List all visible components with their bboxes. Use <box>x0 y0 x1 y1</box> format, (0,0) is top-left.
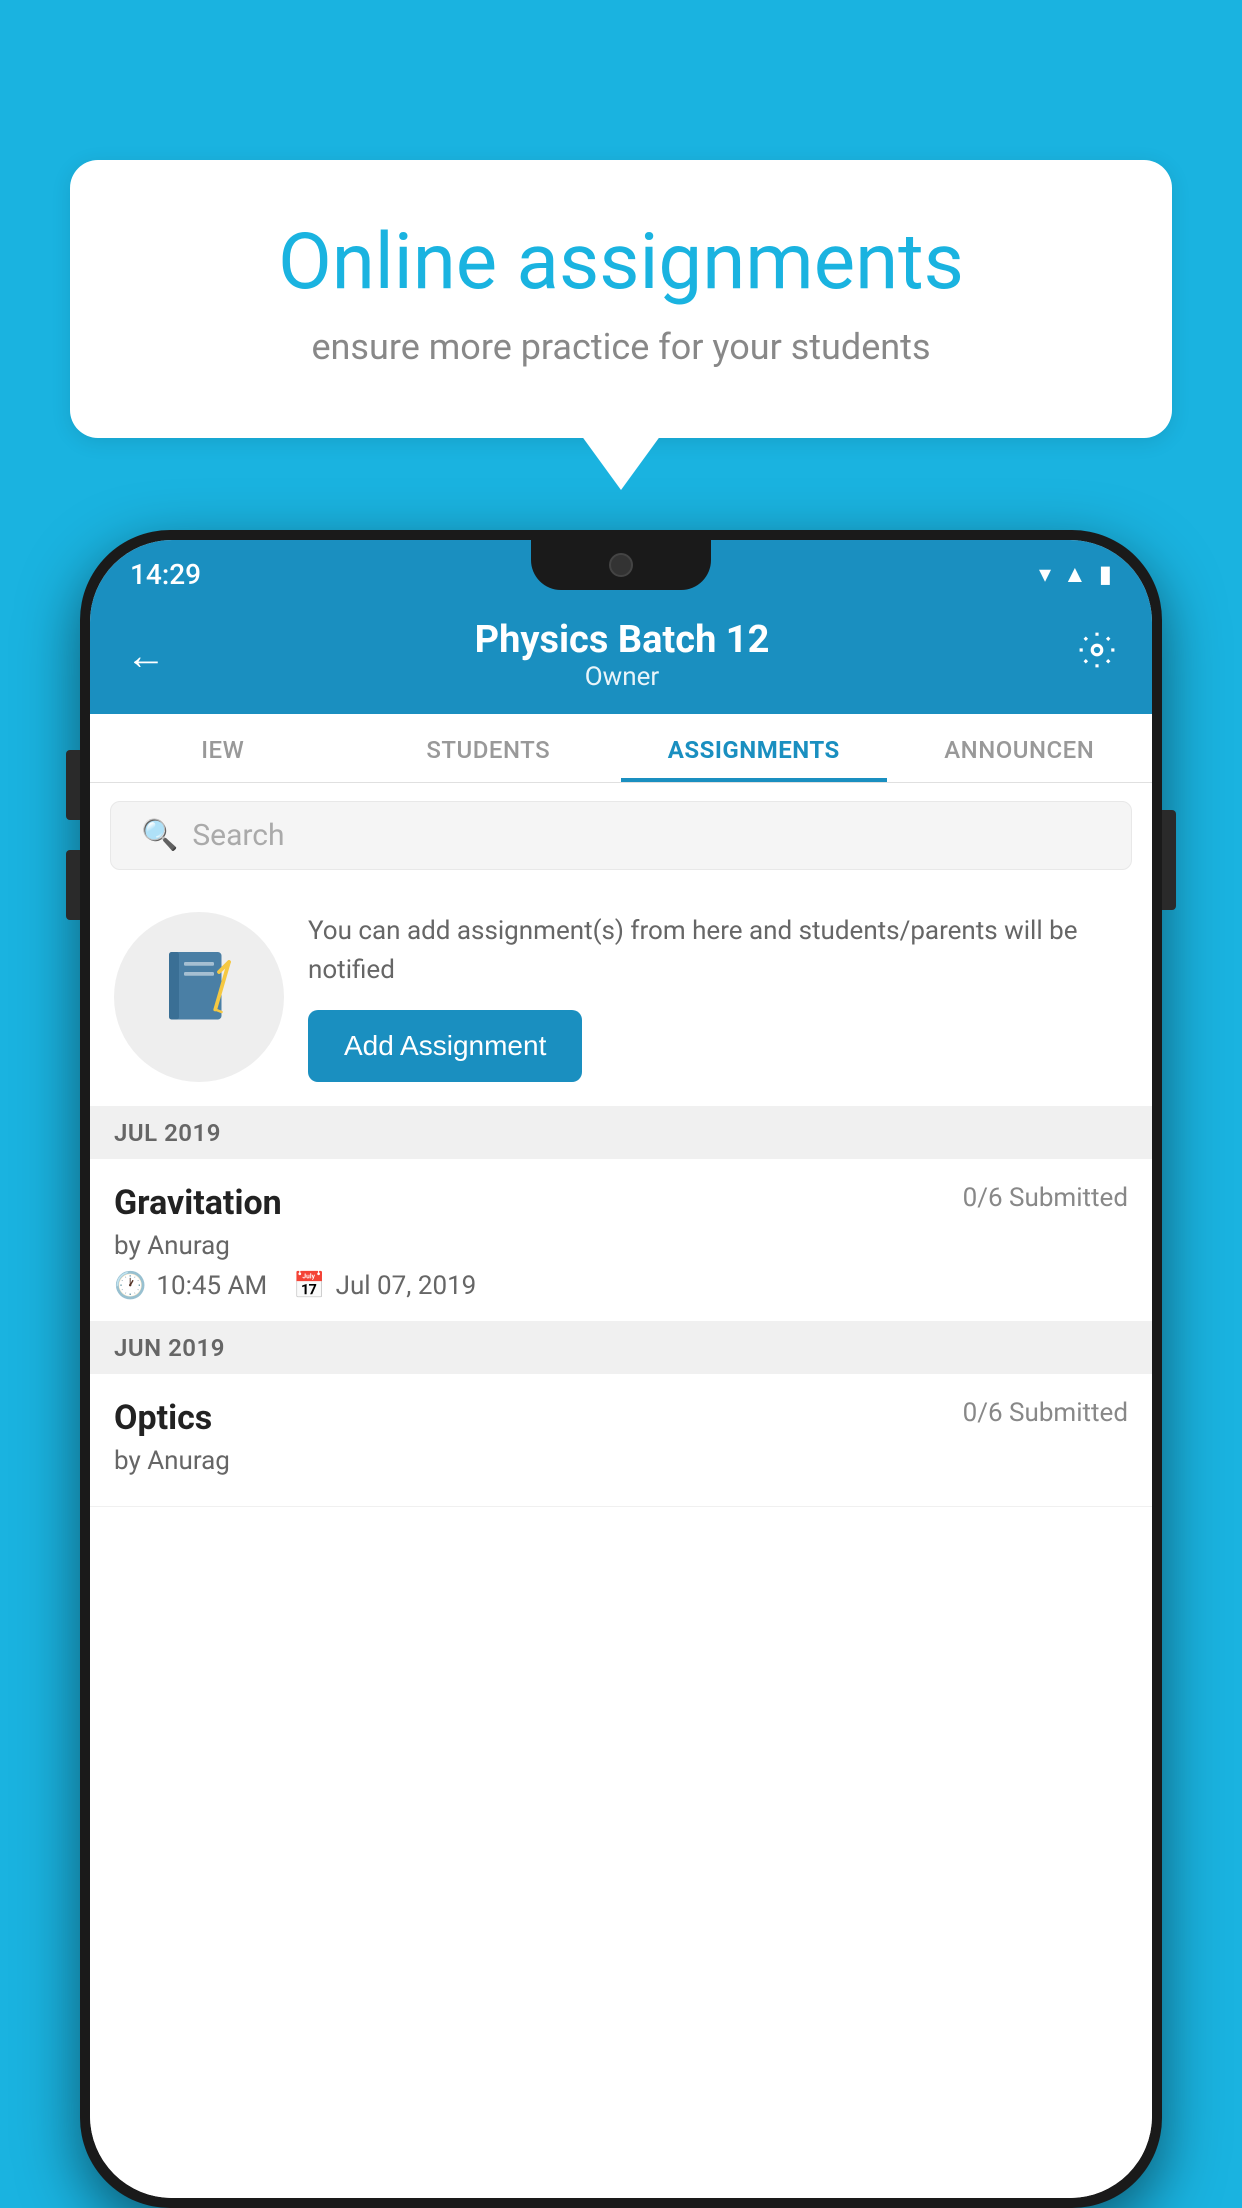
search-placeholder: Search <box>192 818 284 853</box>
phone-device: 14:29 ▾ ▲ ▮ ← Physics Batch 12 Owner <box>80 530 1162 2208</box>
phone-screen: 14:29 ▾ ▲ ▮ ← Physics Batch 12 Owner <box>90 540 1152 2198</box>
promo-description: You can add assignment(s) from here and … <box>308 912 1128 990</box>
header-center: Physics Batch 12 Owner <box>475 618 770 692</box>
bubble-subtitle: ensure more practice for your students <box>140 326 1102 368</box>
bubble-title: Online assignments <box>140 220 1102 306</box>
promo-icon-circle <box>114 912 284 1082</box>
search-icon: 🔍 <box>141 818 178 853</box>
tab-iew[interactable]: IEW <box>90 714 356 782</box>
speech-bubble-area: Online assignments ensure more practice … <box>70 160 1172 438</box>
status-time: 14:29 <box>130 558 201 591</box>
back-button[interactable]: ← <box>126 632 166 679</box>
front-camera <box>609 553 633 577</box>
assignment-submitted: 0/6 Submitted <box>963 1183 1128 1213</box>
assignment-meta: 🕐 10:45 AM 📅 Jul 07, 2019 <box>114 1271 1128 1301</box>
add-assignment-button[interactable]: Add Assignment <box>308 1010 582 1082</box>
assignment-item-optics[interactable]: Optics 0/6 Submitted by Anurag <box>90 1374 1152 1507</box>
status-icons: ▾ ▲ ▮ <box>1039 560 1112 589</box>
tabs-bar: IEW STUDENTS ASSIGNMENTS ANNOUNCEN <box>90 714 1152 783</box>
tab-students[interactable]: STUDENTS <box>356 714 622 782</box>
tab-assignments[interactable]: ASSIGNMENTS <box>621 714 887 782</box>
tab-announcements[interactable]: ANNOUNCEN <box>887 714 1153 782</box>
volume-down-button[interactable] <box>66 850 80 920</box>
header-subtitle: Owner <box>475 662 770 692</box>
phone-outer: 14:29 ▾ ▲ ▮ ← Physics Batch 12 Owner <box>80 530 1162 2208</box>
settings-button[interactable] <box>1078 631 1116 679</box>
calendar-icon: 📅 <box>293 1271 325 1301</box>
meta-date: 📅 Jul 07, 2019 <box>293 1271 476 1301</box>
section-jun-2019: JUN 2019 <box>90 1322 1152 1374</box>
search-bar[interactable]: 🔍 Search <box>110 801 1132 870</box>
phone-notch <box>531 540 711 590</box>
section-jul-2019: JUL 2019 <box>90 1107 1152 1159</box>
battery-icon: ▮ <box>1099 560 1112 588</box>
assignment-by-optics: by Anurag <box>114 1446 1128 1476</box>
promo-text-area: You can add assignment(s) from here and … <box>308 912 1128 1082</box>
meta-time-value: 10:45 AM <box>156 1271 267 1301</box>
wifi-icon: ▾ <box>1039 560 1051 588</box>
notebook-icon <box>159 947 239 1047</box>
header-title: Physics Batch 12 <box>475 618 770 662</box>
meta-date-value: Jul 07, 2019 <box>336 1271 477 1301</box>
clock-icon: 🕐 <box>114 1271 146 1301</box>
speech-bubble: Online assignments ensure more practice … <box>70 160 1172 438</box>
meta-time: 🕐 10:45 AM <box>114 1271 267 1301</box>
assignment-submitted-optics: 0/6 Submitted <box>963 1398 1128 1428</box>
assignment-name-optics: Optics <box>114 1398 212 1438</box>
app-header: ← Physics Batch 12 Owner <box>90 600 1152 714</box>
power-button[interactable] <box>1162 810 1176 910</box>
assignment-row-top-optics: Optics 0/6 Submitted <box>114 1398 1128 1438</box>
assignment-item-gravitation[interactable]: Gravitation 0/6 Submitted by Anurag 🕐 10… <box>90 1159 1152 1322</box>
search-container: 🔍 Search <box>90 783 1152 888</box>
promo-section: You can add assignment(s) from here and … <box>90 888 1152 1107</box>
assignment-name: Gravitation <box>114 1183 282 1223</box>
signal-icon: ▲ <box>1063 560 1087 589</box>
app-content: 🔍 Search <box>90 783 1152 2198</box>
assignment-by: by Anurag <box>114 1231 1128 1261</box>
assignment-row-top: Gravitation 0/6 Submitted <box>114 1183 1128 1223</box>
volume-up-button[interactable] <box>66 750 80 820</box>
